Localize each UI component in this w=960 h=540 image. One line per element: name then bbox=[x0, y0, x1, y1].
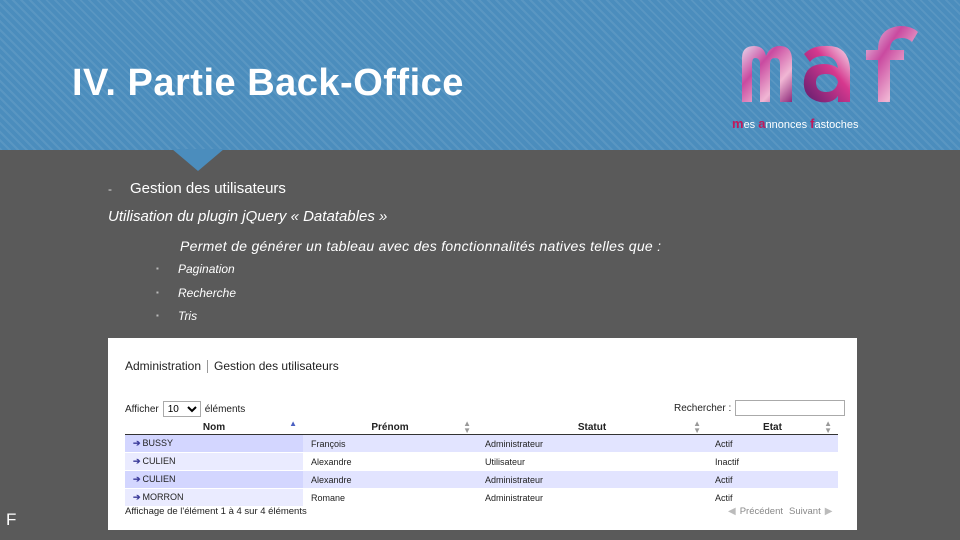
feature-list: ▪ Pagination ▪ Recherche ▪ Tris bbox=[156, 262, 236, 333]
search-label: Rechercher : bbox=[674, 402, 732, 414]
column-header-etat[interactable]: Etat ▲ ▼ bbox=[707, 420, 838, 435]
footer-letter: F bbox=[6, 510, 17, 529]
length-suffix: éléments bbox=[204, 403, 246, 415]
prev-arrow-icon[interactable]: ◀ bbox=[728, 506, 736, 517]
cell-statut: Administrateur bbox=[477, 488, 707, 507]
users-table: Nom ▲ Prénom ▲ ▼ Statut ▲ ▼ Etat ▲ ▼ ➔ BUSSY Fra… bbox=[125, 420, 838, 507]
square-bullet-icon: ▪ bbox=[156, 287, 159, 297]
breadcrumb-users: Gestion des utilisateurs bbox=[214, 359, 339, 373]
table-row[interactable]: ➔ CULIEN Alexandre Utilisateur Inactif bbox=[125, 452, 838, 471]
cell-nom[interactable]: ➔ CULIEN bbox=[125, 452, 303, 471]
subtitle: Utilisation du plugin jQuery « Datatable… bbox=[108, 208, 388, 225]
cell-nom[interactable]: ➔ BUSSY bbox=[125, 434, 303, 453]
arrow-right-icon: ➔ bbox=[133, 492, 141, 502]
column-header-prenom[interactable]: Prénom ▲ ▼ bbox=[303, 420, 477, 435]
slide-title: IV. Partie Back-Office bbox=[72, 62, 464, 104]
arrow-right-icon: ➔ bbox=[133, 438, 141, 448]
list-item: ▪ Recherche bbox=[156, 285, 237, 300]
search-control: Rechercher : bbox=[674, 400, 846, 416]
sort-both-icon: ▲ ▼ bbox=[824, 419, 832, 435]
list-item: ▪ Tris bbox=[156, 309, 198, 323]
breadcrumb-admin[interactable]: Administration bbox=[125, 359, 201, 373]
admin-screenshot: Administration Gestion des utilisateurs A… bbox=[108, 338, 857, 530]
page-length-control: Afficher 10 éléments bbox=[125, 401, 245, 417]
column-header-nom[interactable]: Nom ▲ bbox=[125, 420, 303, 435]
table-row[interactable]: ➔ BUSSY François Administrateur Actif bbox=[125, 434, 838, 453]
cell-etat: Inactif bbox=[707, 452, 838, 471]
table-row[interactable]: ➔ CULIEN Alexandre Administrateur Actif bbox=[125, 470, 838, 489]
sort-both-icon: ▲ ▼ bbox=[693, 419, 701, 435]
column-header-statut[interactable]: Statut ▲ ▼ bbox=[477, 420, 707, 435]
cell-statut: Administrateur bbox=[477, 434, 707, 453]
page-length-select[interactable]: 10 bbox=[162, 401, 201, 417]
logo-tagline: mes annonces fastoches bbox=[732, 116, 859, 131]
pagination: ◀ Précédent Suivant ▶ bbox=[724, 506, 836, 517]
section-text: Gestion des utilisateurs bbox=[130, 180, 286, 197]
cell-prenom: Alexandre bbox=[303, 470, 477, 489]
breadcrumb: Administration Gestion des utilisateurs bbox=[125, 359, 339, 374]
square-bullet-icon: ▪ bbox=[156, 264, 159, 273]
cell-statut: Administrateur bbox=[477, 470, 707, 489]
table-info: Affichage de l'élément 1 à 4 sur 4 éléme… bbox=[125, 506, 307, 517]
table-row[interactable]: ➔ MORRON Romane Administrateur Actif bbox=[125, 488, 838, 507]
cell-prenom: Romane bbox=[303, 488, 477, 507]
length-prefix: Afficher bbox=[125, 403, 159, 415]
arrow-right-icon: ➔ bbox=[133, 474, 141, 484]
cell-etat: Actif bbox=[707, 488, 838, 507]
cell-nom[interactable]: ➔ MORRON bbox=[125, 488, 303, 507]
breadcrumb-separator bbox=[207, 360, 209, 374]
cell-etat: Actif bbox=[707, 434, 838, 453]
dash-bullet: - bbox=[108, 182, 112, 196]
section-heading: - Gestion des utilisateurs bbox=[108, 180, 286, 197]
description: Permet de générer un tableau avec des fo… bbox=[180, 238, 662, 254]
cell-nom[interactable]: ➔ CULIEN bbox=[125, 470, 303, 489]
cell-etat: Actif bbox=[707, 470, 838, 489]
sort-both-icon: ▲ ▼ bbox=[463, 419, 471, 435]
list-item: ▪ Pagination bbox=[156, 262, 235, 276]
arrow-right-icon: ➔ bbox=[133, 456, 141, 466]
prev-button[interactable]: Précédent bbox=[740, 506, 783, 517]
sort-asc-icon: ▲ bbox=[289, 419, 297, 428]
search-input[interactable] bbox=[735, 400, 846, 416]
cell-prenom: François bbox=[303, 434, 477, 453]
next-button[interactable]: Suivant bbox=[789, 506, 821, 517]
cell-prenom: Alexandre bbox=[303, 452, 477, 471]
square-bullet-icon: ▪ bbox=[156, 311, 159, 320]
cell-statut: Utilisateur bbox=[477, 452, 707, 471]
header-notch bbox=[172, 149, 224, 171]
next-arrow-icon[interactable]: ▶ bbox=[825, 506, 833, 517]
